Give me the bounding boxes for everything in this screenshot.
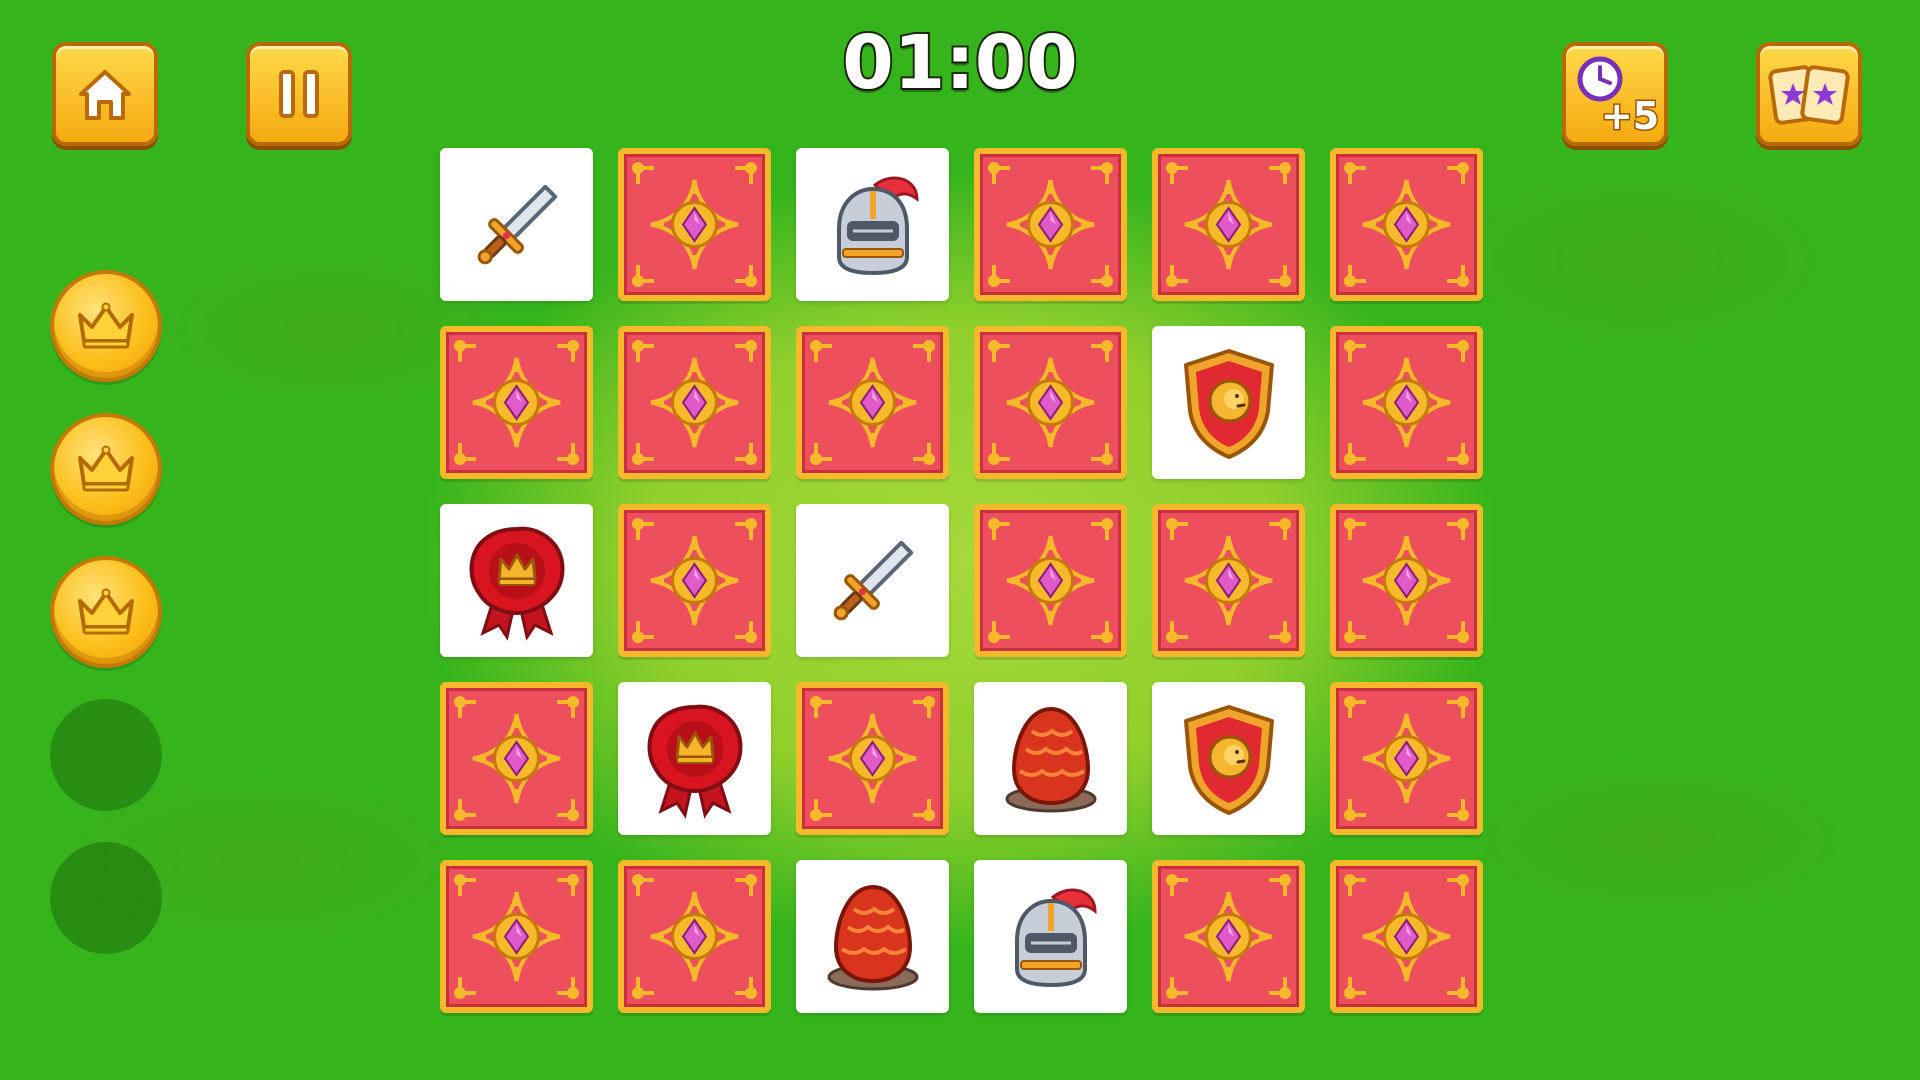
crown-coin — [50, 556, 162, 668]
clock-plus-icon: +5 — [1577, 56, 1660, 139]
card-back-emblem — [988, 162, 1113, 287]
empty-coin-slot — [50, 842, 162, 954]
card-face-down[interactable] — [1330, 326, 1483, 479]
card-face-down[interactable] — [796, 682, 949, 835]
card-face-down[interactable] — [974, 326, 1127, 479]
card-lion-shield[interactable] — [1152, 326, 1305, 479]
lion-shield-icon — [1183, 348, 1274, 459]
card-back-emblem — [1166, 874, 1291, 999]
card-face-down[interactable] — [618, 860, 771, 1013]
dragon-egg-icon — [827, 884, 918, 990]
card-lion-shield[interactable] — [1152, 682, 1305, 835]
crown-icon — [78, 588, 134, 635]
crown-coin — [50, 270, 162, 382]
card-face-down[interactable] — [618, 148, 771, 301]
add-time-button[interactable]: +5 — [1562, 42, 1668, 146]
countdown-timer: 01:00 — [840, 18, 1080, 108]
card-wax-seal[interactable] — [618, 682, 771, 835]
card-back-emblem — [454, 874, 579, 999]
card-face-down[interactable] — [1330, 682, 1483, 835]
card-dragon-egg[interactable] — [796, 860, 949, 1013]
card-back-emblem — [988, 340, 1113, 465]
card-face-down[interactable] — [440, 860, 593, 1013]
card-face-down[interactable] — [1330, 504, 1483, 657]
sword-icon — [833, 540, 913, 620]
card-sword[interactable] — [440, 148, 593, 301]
card-back-emblem — [1344, 696, 1469, 821]
card-wax-seal[interactable] — [440, 504, 593, 657]
reveal-cards-button[interactable] — [1756, 42, 1862, 146]
card-back-emblem — [810, 696, 935, 821]
card-face-down[interactable] — [1152, 504, 1305, 657]
card-sword[interactable] — [796, 504, 949, 657]
card-back-emblem — [1344, 162, 1469, 287]
card-face-down[interactable] — [618, 326, 771, 479]
cards-stars-icon — [1768, 65, 1850, 125]
card-back-emblem — [632, 874, 757, 999]
card-face-down[interactable] — [974, 504, 1127, 657]
card-face-down[interactable] — [1152, 860, 1305, 1013]
home-button[interactable] — [52, 42, 158, 146]
empty-coin-slot — [50, 699, 162, 811]
card-grid — [440, 148, 1484, 1016]
card-back-emblem — [632, 340, 757, 465]
card-face-down[interactable] — [1330, 860, 1483, 1013]
card-face-down[interactable] — [440, 326, 593, 479]
wax-seal-icon — [647, 704, 742, 819]
knight-helmet-icon — [1014, 887, 1097, 987]
card-face-down[interactable] — [1152, 148, 1305, 301]
card-back-emblem — [1344, 874, 1469, 999]
card-face-down[interactable] — [796, 326, 949, 479]
card-face-down[interactable] — [974, 148, 1127, 301]
card-face-down[interactable] — [1330, 148, 1483, 301]
card-back-emblem — [454, 696, 579, 821]
card-dragon-egg[interactable] — [974, 682, 1127, 835]
crown-coin — [50, 413, 162, 525]
add-time-label: +5 — [1601, 94, 1659, 138]
card-back-emblem — [1166, 518, 1291, 643]
lion-shield-icon — [1183, 704, 1274, 815]
card-face-down[interactable] — [618, 504, 771, 657]
card-back-emblem — [632, 518, 757, 643]
card-knight-helmet[interactable] — [974, 860, 1127, 1013]
pause-button[interactable] — [246, 42, 352, 146]
card-back-emblem — [988, 518, 1113, 643]
card-back-emblem — [454, 340, 579, 465]
card-back-emblem — [810, 340, 935, 465]
card-back-emblem — [1344, 518, 1469, 643]
card-back-emblem — [1344, 340, 1469, 465]
home-icon — [79, 70, 131, 120]
dragon-egg-icon — [1005, 706, 1096, 812]
card-back-emblem — [1166, 162, 1291, 287]
card-face-down[interactable] — [440, 682, 593, 835]
card-knight-helmet[interactable] — [796, 148, 949, 301]
pause-icon — [279, 70, 319, 118]
card-back-emblem — [632, 162, 757, 287]
knight-helmet-icon — [836, 175, 919, 275]
crown-icon — [78, 445, 134, 492]
sword-icon — [477, 184, 557, 264]
crown-icon — [78, 302, 134, 349]
wax-seal-icon — [469, 526, 564, 641]
